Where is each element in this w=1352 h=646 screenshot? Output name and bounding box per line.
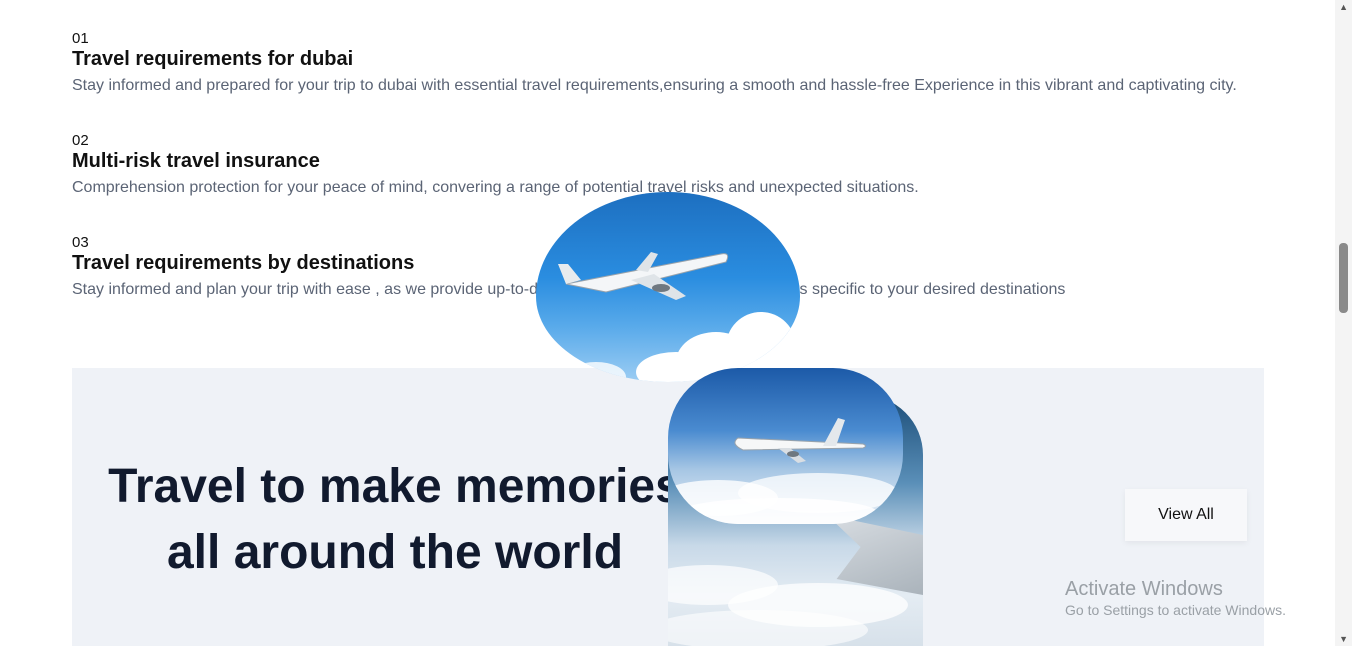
scroll-down-arrow-icon[interactable]: ▼ bbox=[1339, 634, 1348, 644]
feature-item-dubai: 01 Travel requirements for dubai Stay in… bbox=[72, 31, 1237, 97]
activate-windows-title: Activate Windows bbox=[1065, 578, 1223, 600]
airplane-icon bbox=[734, 418, 866, 463]
activate-windows-subtitle: Go to Settings to activate Windows. bbox=[1065, 602, 1286, 618]
page-scrollbar[interactable]: ▲ ▼ bbox=[1335, 0, 1352, 646]
scrollbar-thumb[interactable] bbox=[1339, 243, 1348, 313]
feature-number: 01 bbox=[72, 30, 89, 47]
feature-description: Stay informed and prepared for your trip… bbox=[72, 77, 1237, 94]
airplane-clouds-image bbox=[668, 368, 903, 524]
banner-headline: Travel to make memories all around the w… bbox=[90, 454, 700, 586]
airplane-icon bbox=[558, 252, 729, 300]
airplane-sky-image bbox=[536, 192, 800, 382]
headline-line-1: Travel to make memories bbox=[108, 460, 682, 513]
feature-title: Multi-risk travel insurance bbox=[72, 150, 320, 172]
view-all-button[interactable]: View All bbox=[1125, 489, 1247, 541]
scroll-up-arrow-icon[interactable]: ▲ bbox=[1339, 2, 1348, 12]
feature-number: 02 bbox=[72, 132, 89, 149]
headline-line-2: all around the world bbox=[166, 526, 624, 579]
feature-item-insurance: 02 Multi-risk travel insurance Comprehen… bbox=[72, 133, 919, 199]
feature-title: Travel requirements for dubai bbox=[72, 48, 354, 70]
